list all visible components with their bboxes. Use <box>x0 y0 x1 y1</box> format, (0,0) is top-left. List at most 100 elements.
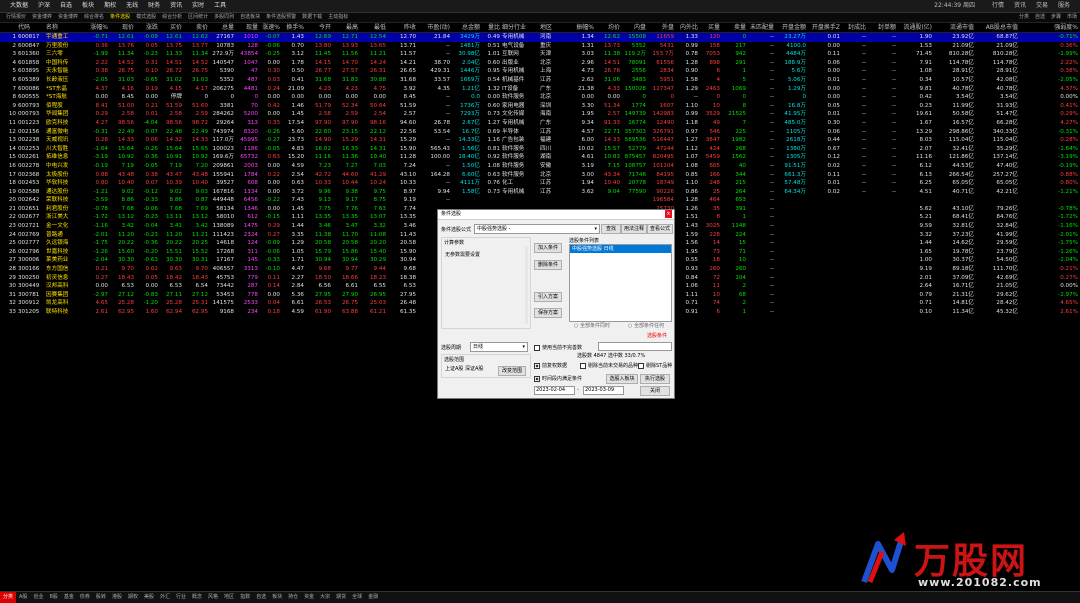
menu-right-item[interactable]: 行情 <box>987 0 1009 12</box>
column-header[interactable]: 均价 <box>596 23 620 32</box>
category-tab[interactable]: 分类 <box>0 592 17 603</box>
date-to-input[interactable]: 2023-03-09 <box>583 386 624 395</box>
category-tab[interactable]: 大宗 <box>317 592 333 603</box>
table-row[interactable]: 3 601360 三六零 -1.99 11.34 -0.23 11.33 11.34 272.9… <box>0 50 1080 59</box>
table-row[interactable]: 11 001223 欧克科技 4.27 98.56 -4.04 98.56 98.72 2926… <box>0 119 1080 128</box>
condition-list[interactable]: 中股强势选股 日线 <box>569 244 672 322</box>
category-tab[interactable]: 期货 <box>333 592 349 603</box>
category-tab[interactable]: 行业 <box>173 592 189 603</box>
category-tab[interactable]: 概念 <box>189 592 205 603</box>
category-tab[interactable]: 风格 <box>205 592 221 603</box>
tab-right-item[interactable]: 市场 <box>1064 13 1080 22</box>
custom-data-checkbox[interactable]: 使用当前不完善数 <box>534 344 582 351</box>
table-row[interactable]: 6 605389 长龄液压 -2.05 31.03 -0.65 31.02 31.03 5352… <box>0 76 1080 85</box>
column-header[interactable]: 细分行业 <box>502 23 538 32</box>
column-header[interactable]: 现价 <box>110 23 134 32</box>
tab-item[interactable]: 自选板块 <box>237 13 263 22</box>
table-row[interactable]: 15 002261 拓维信息 -3.19 10.92 -0.36 10.91 10.92 169… <box>0 153 1080 162</box>
category-tab[interactable]: A股 <box>16 592 30 603</box>
column-header[interactable]: 封成比 <box>842 23 866 32</box>
column-header[interactable]: 卖量 <box>722 23 746 32</box>
tab-item[interactable]: 综合分析 <box>159 13 185 22</box>
tab-item[interactable]: 区间统计 <box>185 13 211 22</box>
table-row[interactable]: 20 002642 荣联科技 -3.59 8.86 -0.33 8.86 0.87 449448… <box>0 196 1080 205</box>
column-header[interactable]: 昨收 <box>388 23 416 32</box>
table-row[interactable]: 9 600793 佰程股 8.41 51.00 0.21 51.59 51.60 3381 70 0… <box>0 102 1080 111</box>
remove-untraded-checkbox[interactable]: 剔除当前未交易的品种 <box>580 362 638 369</box>
add-condition-button[interactable]: 加入条件 <box>534 243 562 253</box>
radio-and[interactable]: ○ 全部条件同时 <box>574 322 610 329</box>
tab-item[interactable]: 资金博弈 <box>29 13 55 22</box>
category-tab[interactable]: B股 <box>46 592 60 603</box>
change-scope-button[interactable]: 改变范围 <box>498 366 526 376</box>
column-header[interactable]: 卖价 <box>182 23 208 32</box>
formula-select[interactable]: 中股强势选股 - ▾ <box>474 224 600 234</box>
column-header[interactable]: 开盘金额 <box>776 23 806 32</box>
column-header[interactable]: AB股总市值 <box>976 23 1018 32</box>
table-row[interactable]: 12 002156 通富微电 -0.31 22.49 -0.07 22.48 22.49 743… <box>0 128 1080 137</box>
column-header[interactable]: 流通市值 <box>934 23 974 32</box>
category-tab[interactable]: 金融 <box>365 592 381 603</box>
menu-right-item[interactable]: 交易 <box>1031 0 1053 12</box>
column-header[interactable]: 流通股(亿) <box>898 23 932 32</box>
category-tab[interactable]: 资金 <box>301 592 317 603</box>
column-header[interactable]: 未匹配量 <box>748 23 774 32</box>
tab-item[interactable]: 模式选股 <box>133 13 159 22</box>
tab-item[interactable]: 数据下载 <box>299 13 325 22</box>
table-row[interactable]: 14 002253 川大智胜 -1.64 15.64 -0.26 15.64 15.65 100… <box>0 145 1080 154</box>
column-header[interactable]: 名称 <box>46 23 84 32</box>
column-header[interactable]: 买价 <box>160 23 182 32</box>
menu-item[interactable]: 沪深 <box>33 0 55 12</box>
tab-item[interactable]: 条件选股 <box>107 13 133 22</box>
table-row[interactable]: 13 002238 天威视讯 0.28 14.33 0.06 14.32 14.33 117.0… <box>0 136 1080 145</box>
menu-item[interactable]: 自选 <box>55 0 77 12</box>
column-header[interactable]: 买量 <box>700 23 720 32</box>
column-header[interactable]: 涨跌 <box>134 23 158 32</box>
table-row[interactable]: 19 002588 通达股份 -1.21 9.02 -0.12 9.02 9.03 167816… <box>0 188 1080 197</box>
forward-adjust-checkbox[interactable]: 前复权数据 <box>534 362 567 369</box>
category-tab[interactable]: 美股 <box>141 592 157 603</box>
close-button[interactable]: 关闭 <box>640 386 670 396</box>
list-item[interactable]: 中股强势选股 日线 <box>570 245 671 253</box>
column-header[interactable]: 今开 <box>306 23 331 32</box>
table-row[interactable]: 5 603895 天永智能 0.38 26.75 0.10 26.72 26.75 5390 47… <box>0 67 1080 76</box>
column-header[interactable]: 封单额 <box>868 23 896 32</box>
tab-item[interactable]: 资金博弈 <box>55 13 81 22</box>
category-tab[interactable]: 外汇 <box>157 592 173 603</box>
table-row[interactable]: 16 002278 中电兴发 -0.19 7.19 -0.05 7.19 7.20 209861… <box>0 162 1080 171</box>
save-plan-button[interactable]: 保存方案 <box>534 308 562 318</box>
column-header[interactable]: 振幅% <box>568 23 594 32</box>
table-row[interactable]: 4 601858 中国科传 2.22 14.52 0.31 14.51 14.52 140547… <box>0 59 1080 68</box>
date-from-input[interactable]: 2023-02-04 <box>534 386 575 395</box>
add-to-board-button[interactable]: 选股入板块 <box>606 374 638 384</box>
menu-item[interactable]: 资讯 <box>165 0 187 12</box>
column-header[interactable]: 最高 <box>333 23 358 32</box>
tab-item[interactable]: 综合排名 <box>81 13 107 22</box>
category-tab[interactable]: 地区 <box>221 592 237 603</box>
delete-condition-button[interactable]: 删除条件 <box>534 260 562 270</box>
table-row[interactable]: 18 002453 华软科技 0.80 10.40 0.07 10.39 10.40 39527… <box>0 179 1080 188</box>
column-header[interactable]: 现量 <box>236 23 258 32</box>
tab-item[interactable]: 主动指标 <box>325 13 351 22</box>
menu-item[interactable]: 期权 <box>99 0 121 12</box>
column-header[interactable]: 总金额 <box>452 23 480 32</box>
menu-item[interactable]: 大数据 <box>5 0 33 12</box>
table-row[interactable]: 7 600086 *ST东晶 4.37 4.16 0.19 4.15 4.17 206275 44… <box>0 85 1080 94</box>
column-header[interactable]: 内盘 <box>622 23 646 32</box>
column-header[interactable]: 强弱度% <box>1020 23 1078 32</box>
category-tab[interactable]: 创业 <box>30 592 46 603</box>
remove-st-checkbox[interactable]: 剔除ST品种 <box>638 362 672 369</box>
table-row[interactable]: 8 600555 *ST海航 0.00 8.45 0.00 停牌 0 0 0 0.00 0.00 0.0… <box>0 93 1080 102</box>
params-scrollbar[interactable] <box>525 247 528 324</box>
category-tab[interactable]: 自选 <box>253 592 269 603</box>
column-header[interactable]: 最低 <box>360 23 386 32</box>
custom-data-input[interactable] <box>598 342 672 351</box>
view-formula-button[interactable]: 查看公式 <box>647 224 673 234</box>
table-row[interactable]: 10 000793 华闻集团 0.29 2.58 0.01 2.58 2.59 284262 52… <box>0 110 1080 119</box>
category-tab[interactable]: 股转 <box>93 592 109 603</box>
category-tab[interactable]: 持仓 <box>285 592 301 603</box>
menu-item[interactable]: 实时 <box>187 0 209 12</box>
column-header[interactable]: 换手% <box>280 23 304 32</box>
column-header[interactable]: 外盘 <box>648 23 674 32</box>
table-row[interactable]: 17 002368 太极股份 0.88 43.48 0.38 43.47 43.48 15594… <box>0 171 1080 180</box>
